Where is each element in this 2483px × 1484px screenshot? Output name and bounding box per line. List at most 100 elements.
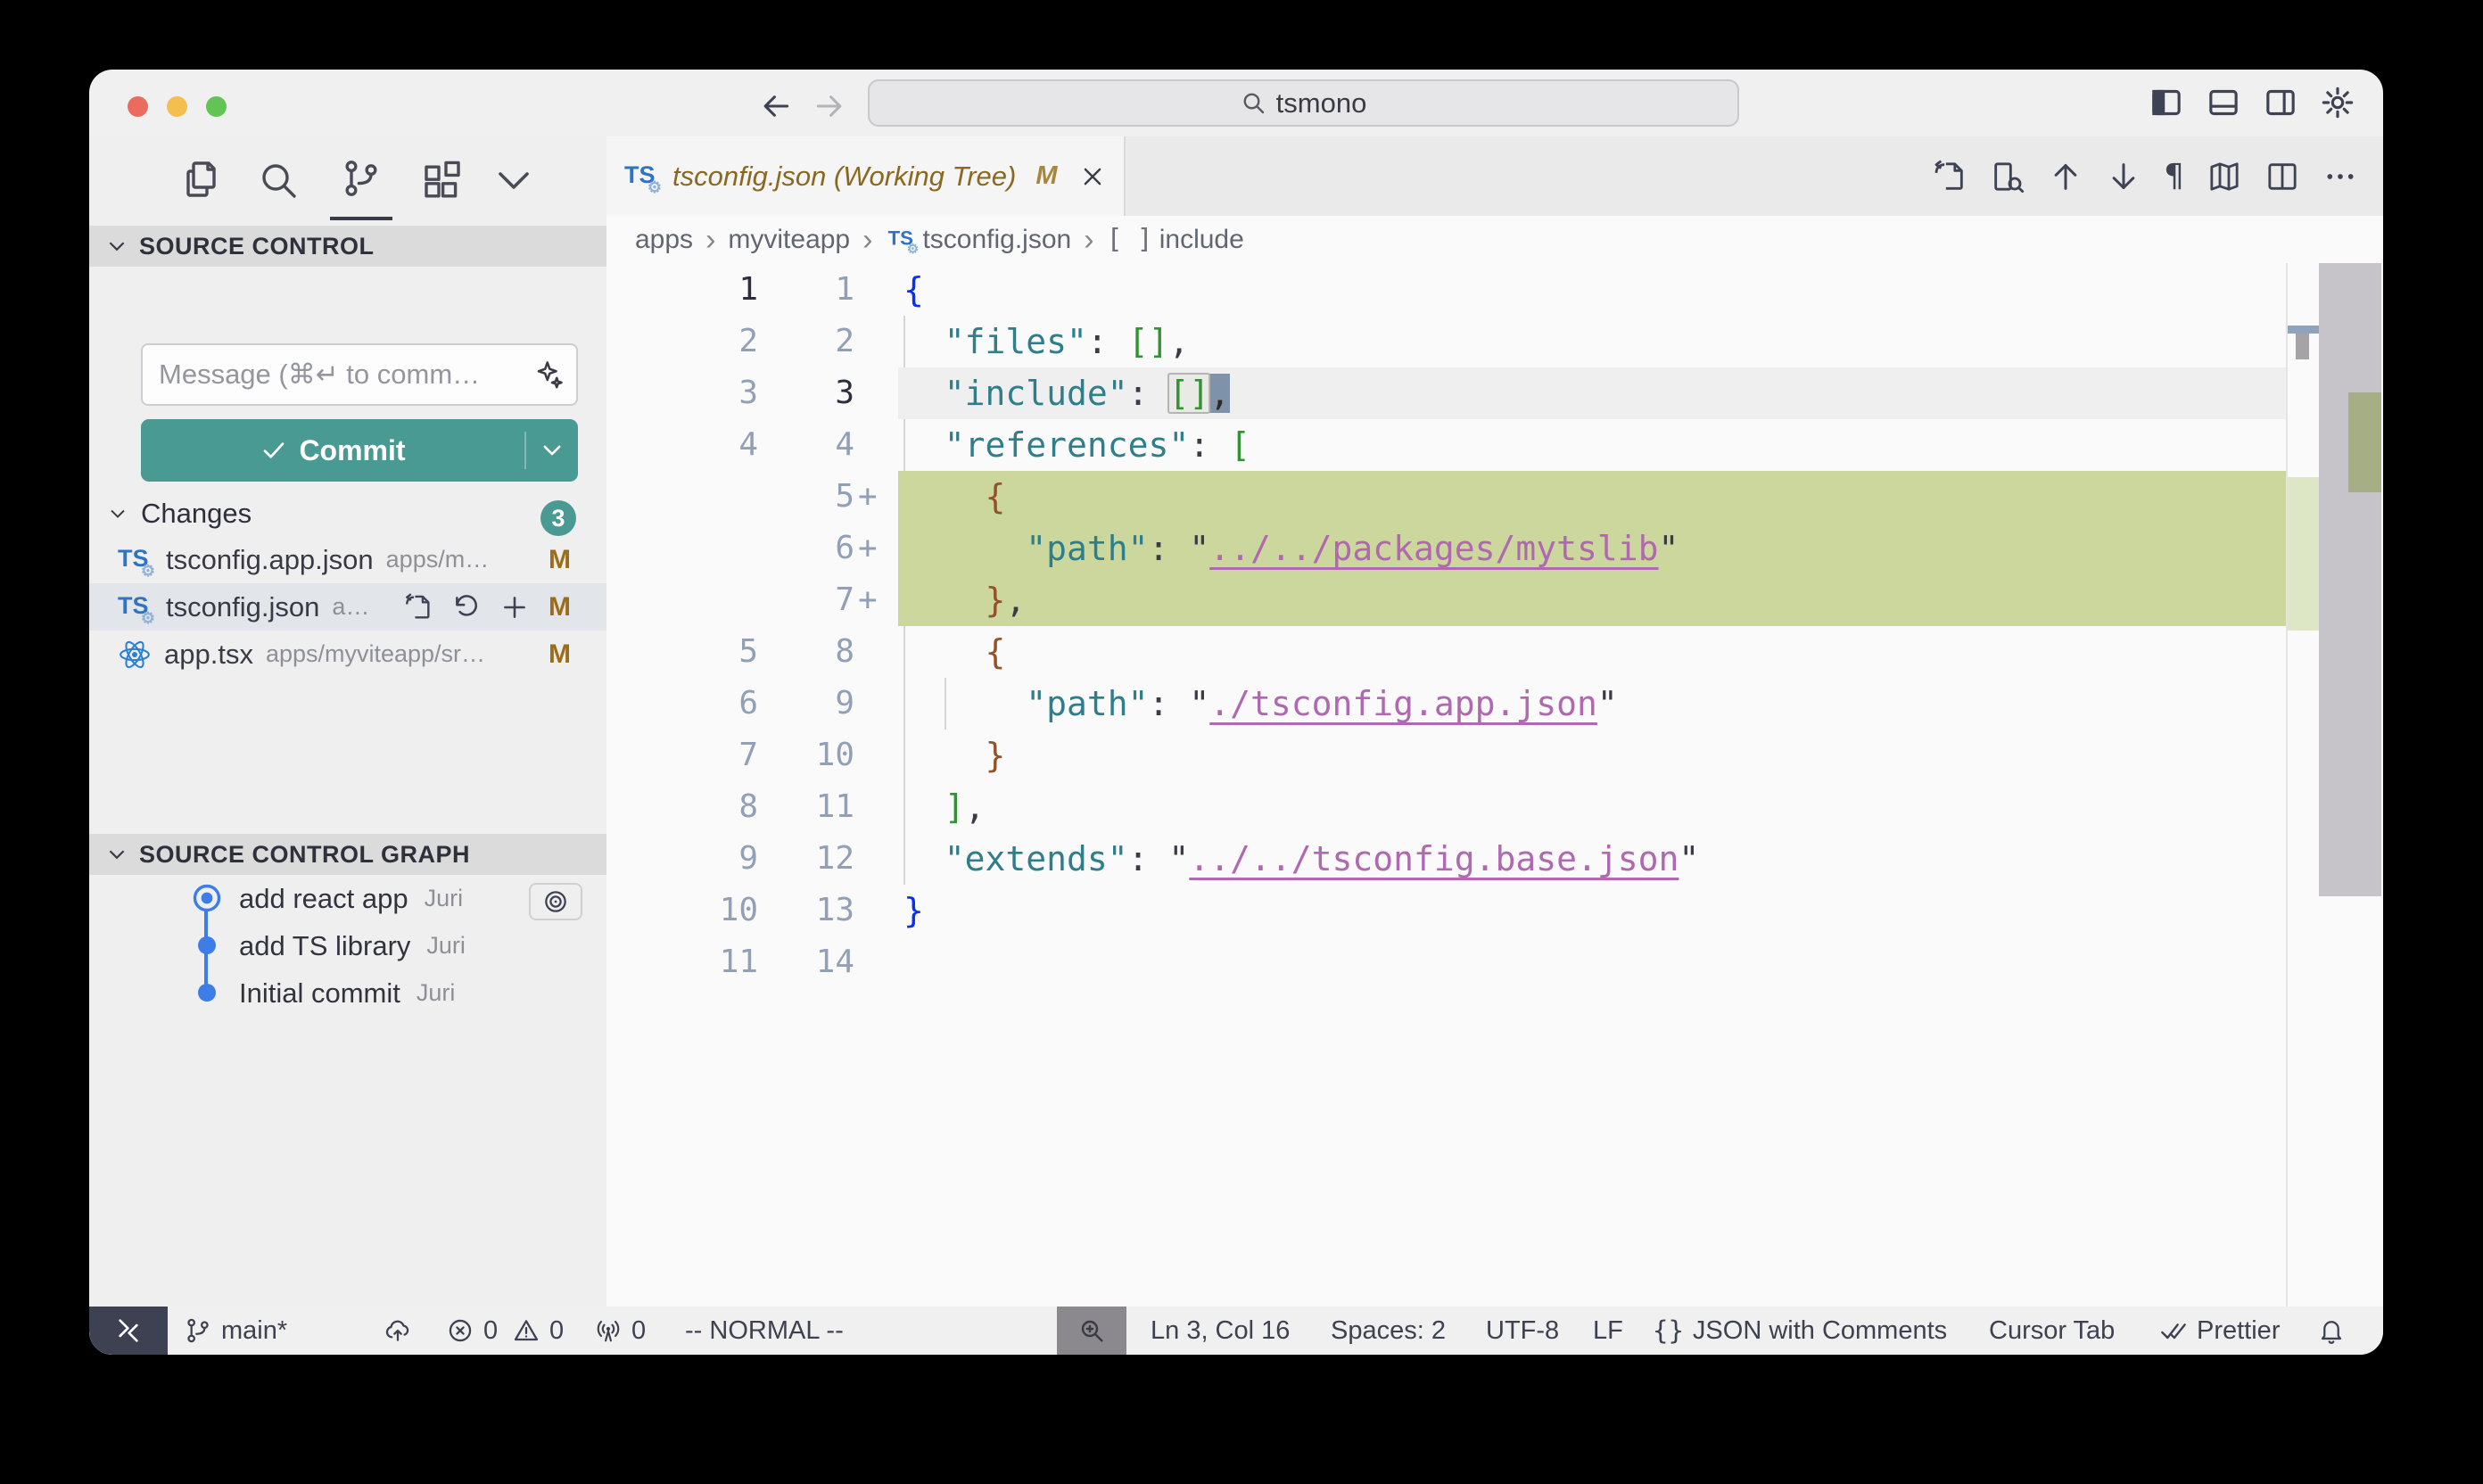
toggle-panel-icon[interactable] [2206,85,2241,120]
code-text: } [903,730,1005,781]
code-line-8[interactable]: 58 { [606,626,2383,678]
commit-message-placeholder: Message (⌘↵ to comm… [159,359,533,391]
pilcrow-icon[interactable]: ¶ [2164,159,2184,194]
code-line-13[interactable]: 1013} [606,885,2383,936]
line-background [898,730,2286,781]
activity-item-extensions[interactable] [409,140,472,220]
code-line-2[interactable]: 22 "files": [], [606,316,2383,367]
scrollbar[interactable] [2319,263,2381,896]
code-text: ], [903,781,986,833]
commit-row[interactable]: add react appJuri [89,875,606,922]
status-language-mode[interactable]: {}JSON with Comments [1653,1307,1947,1355]
activity-item-source-control[interactable] [330,140,392,220]
goto-current-commit-button[interactable] [529,883,582,920]
zoom-traffic-light[interactable] [206,96,227,117]
code-line-11[interactable]: 811 ], [606,781,2383,833]
status-label: JSON with Comments [1693,1316,1947,1346]
code-line-3[interactable]: 33 "include": [], [606,367,2383,419]
commit-message-input[interactable]: Message (⌘↵ to comm… [141,343,578,406]
code-line-6[interactable]: 6+ "path": "../../packages/mytslib" [606,523,2383,574]
status-remote-indicator[interactable] [89,1307,168,1355]
commit-dropdown-button[interactable] [526,438,578,463]
preview-icon[interactable] [1990,159,2025,194]
breadcrumb-item-myviteapp[interactable]: myviteapp [728,225,850,255]
code-text: "extends": "../../tsconfig.base.json" [903,833,1699,885]
command-center-search[interactable]: tsmono [868,79,1739,127]
changed-file-tsconfig.app.json[interactable]: TS⚙tsconfig.app.jsonapps/m…M [89,536,606,583]
commit-button[interactable]: Commit [141,419,578,482]
navigate-back-icon[interactable] [759,89,793,123]
map-icon[interactable] [2207,159,2242,194]
code-line-9[interactable]: 69 "path": "./tsconfig.app.json" [606,678,2383,730]
commit-author: Juri [417,979,456,1007]
commit-message: add TS library [239,930,410,962]
status-vim-mode[interactable]: -- NORMAL -- [685,1307,844,1355]
split-icon[interactable] [2264,159,2300,194]
toggle-sidebar-icon[interactable] [2149,85,2184,120]
breadcrumb-item-file[interactable]: tsconfig.json [922,225,1071,255]
status-encoding[interactable]: UTF-8 [1486,1307,1559,1355]
status-sync-changes[interactable] [384,1307,412,1355]
arrow-up-icon[interactable] [2048,159,2083,194]
code-editor[interactable]: 11{22 "files": [],33 "include": [],44 "r… [606,263,2383,1307]
copilot-sparkle-icon[interactable] [533,359,565,391]
status-zoom-indicator[interactable] [1057,1307,1126,1355]
more-icon[interactable] [2322,159,2358,194]
status-branch-indicator[interactable]: main* [184,1307,287,1355]
status-indentation[interactable]: Spaces: 2 [1331,1307,1446,1355]
activity-item-more-views[interactable] [483,140,545,220]
code-text: } [903,885,924,936]
activity-item-search[interactable] [247,140,309,220]
breadcrumb-item-apps[interactable]: apps [635,225,693,255]
commit-row[interactable]: Initial commitJuri [89,969,606,1017]
old-line-number [606,471,758,523]
goto-file-icon[interactable] [403,592,433,622]
warn-icon [512,1316,540,1345]
dblcheck-icon [2159,1316,2188,1345]
line-number: 2 [758,316,854,367]
plus-icon[interactable] [499,592,530,622]
status-cursor-position[interactable]: Ln 3, Col 16 [1151,1307,1290,1355]
activity-item-explorer[interactable] [169,140,232,220]
modified-status-badge: M [546,639,571,670]
code-line-14[interactable]: 1114 [606,936,2383,988]
code-line-5[interactable]: 5+ { [606,471,2383,523]
breadcrumb-item-include[interactable]: include [1159,225,1244,255]
status-eol[interactable]: LF [1593,1307,1623,1355]
code-text: "path": "../../packages/mytslib" [903,523,1679,574]
status-notifications[interactable] [2317,1307,2346,1355]
code-line-7[interactable]: 7+ }, [606,574,2383,626]
status-formatter[interactable]: Prettier [2159,1307,2280,1355]
changes-group-header[interactable]: Changes 3 [89,493,606,534]
arrow-down-icon[interactable] [2106,159,2141,194]
toggle-secondary-sidebar-icon[interactable] [2263,85,2298,120]
source-control-graph-header[interactable]: SOURCE CONTROL GRAPH [89,834,606,875]
file-path: apps/myviteapp/sr… [266,640,546,668]
status-warnings[interactable]: 0 [512,1307,564,1355]
status-cursor-tab[interactable]: Cursor Tab [1989,1307,2115,1355]
tab-tsconfig-json[interactable]: TS⚙ tsconfig.json (Working Tree) M [606,136,1126,216]
code-line-12[interactable]: 912 "extends": "../../tsconfig.base.json… [606,833,2383,885]
discard-icon[interactable] [451,592,482,622]
minimize-traffic-light[interactable] [167,96,187,117]
changed-file-tsconfig.json[interactable]: TS⚙tsconfig.jsona…M [89,583,606,631]
status-label: main* [221,1316,287,1346]
chevron-down-icon [540,438,565,463]
close-icon[interactable] [1079,163,1106,190]
status-ports[interactable]: 0 [594,1307,646,1355]
settings-gear-icon[interactable] [2320,85,2355,120]
line-number: 6 [758,523,854,574]
navigate-forward-icon[interactable] [813,89,846,123]
minimap-text-mark [2296,334,2309,359]
close-traffic-light[interactable] [128,96,148,117]
status-errors[interactable]: 0 [446,1307,498,1355]
commit-row[interactable]: add TS libraryJuri [89,922,606,969]
goto-file-icon[interactable] [1932,159,1967,194]
code-line-4[interactable]: 44 "references": [ [606,419,2383,471]
code-line-1[interactable]: 11{ [606,264,2383,316]
source-control-section-header[interactable]: SOURCE CONTROL [89,226,606,267]
section-title: SOURCE CONTROL GRAPH [139,841,470,869]
changed-file-app.tsx[interactable]: app.tsxapps/myviteapp/sr…M [89,631,606,678]
minimap[interactable] [2286,263,2321,1307]
code-line-10[interactable]: 710 } [606,730,2383,781]
